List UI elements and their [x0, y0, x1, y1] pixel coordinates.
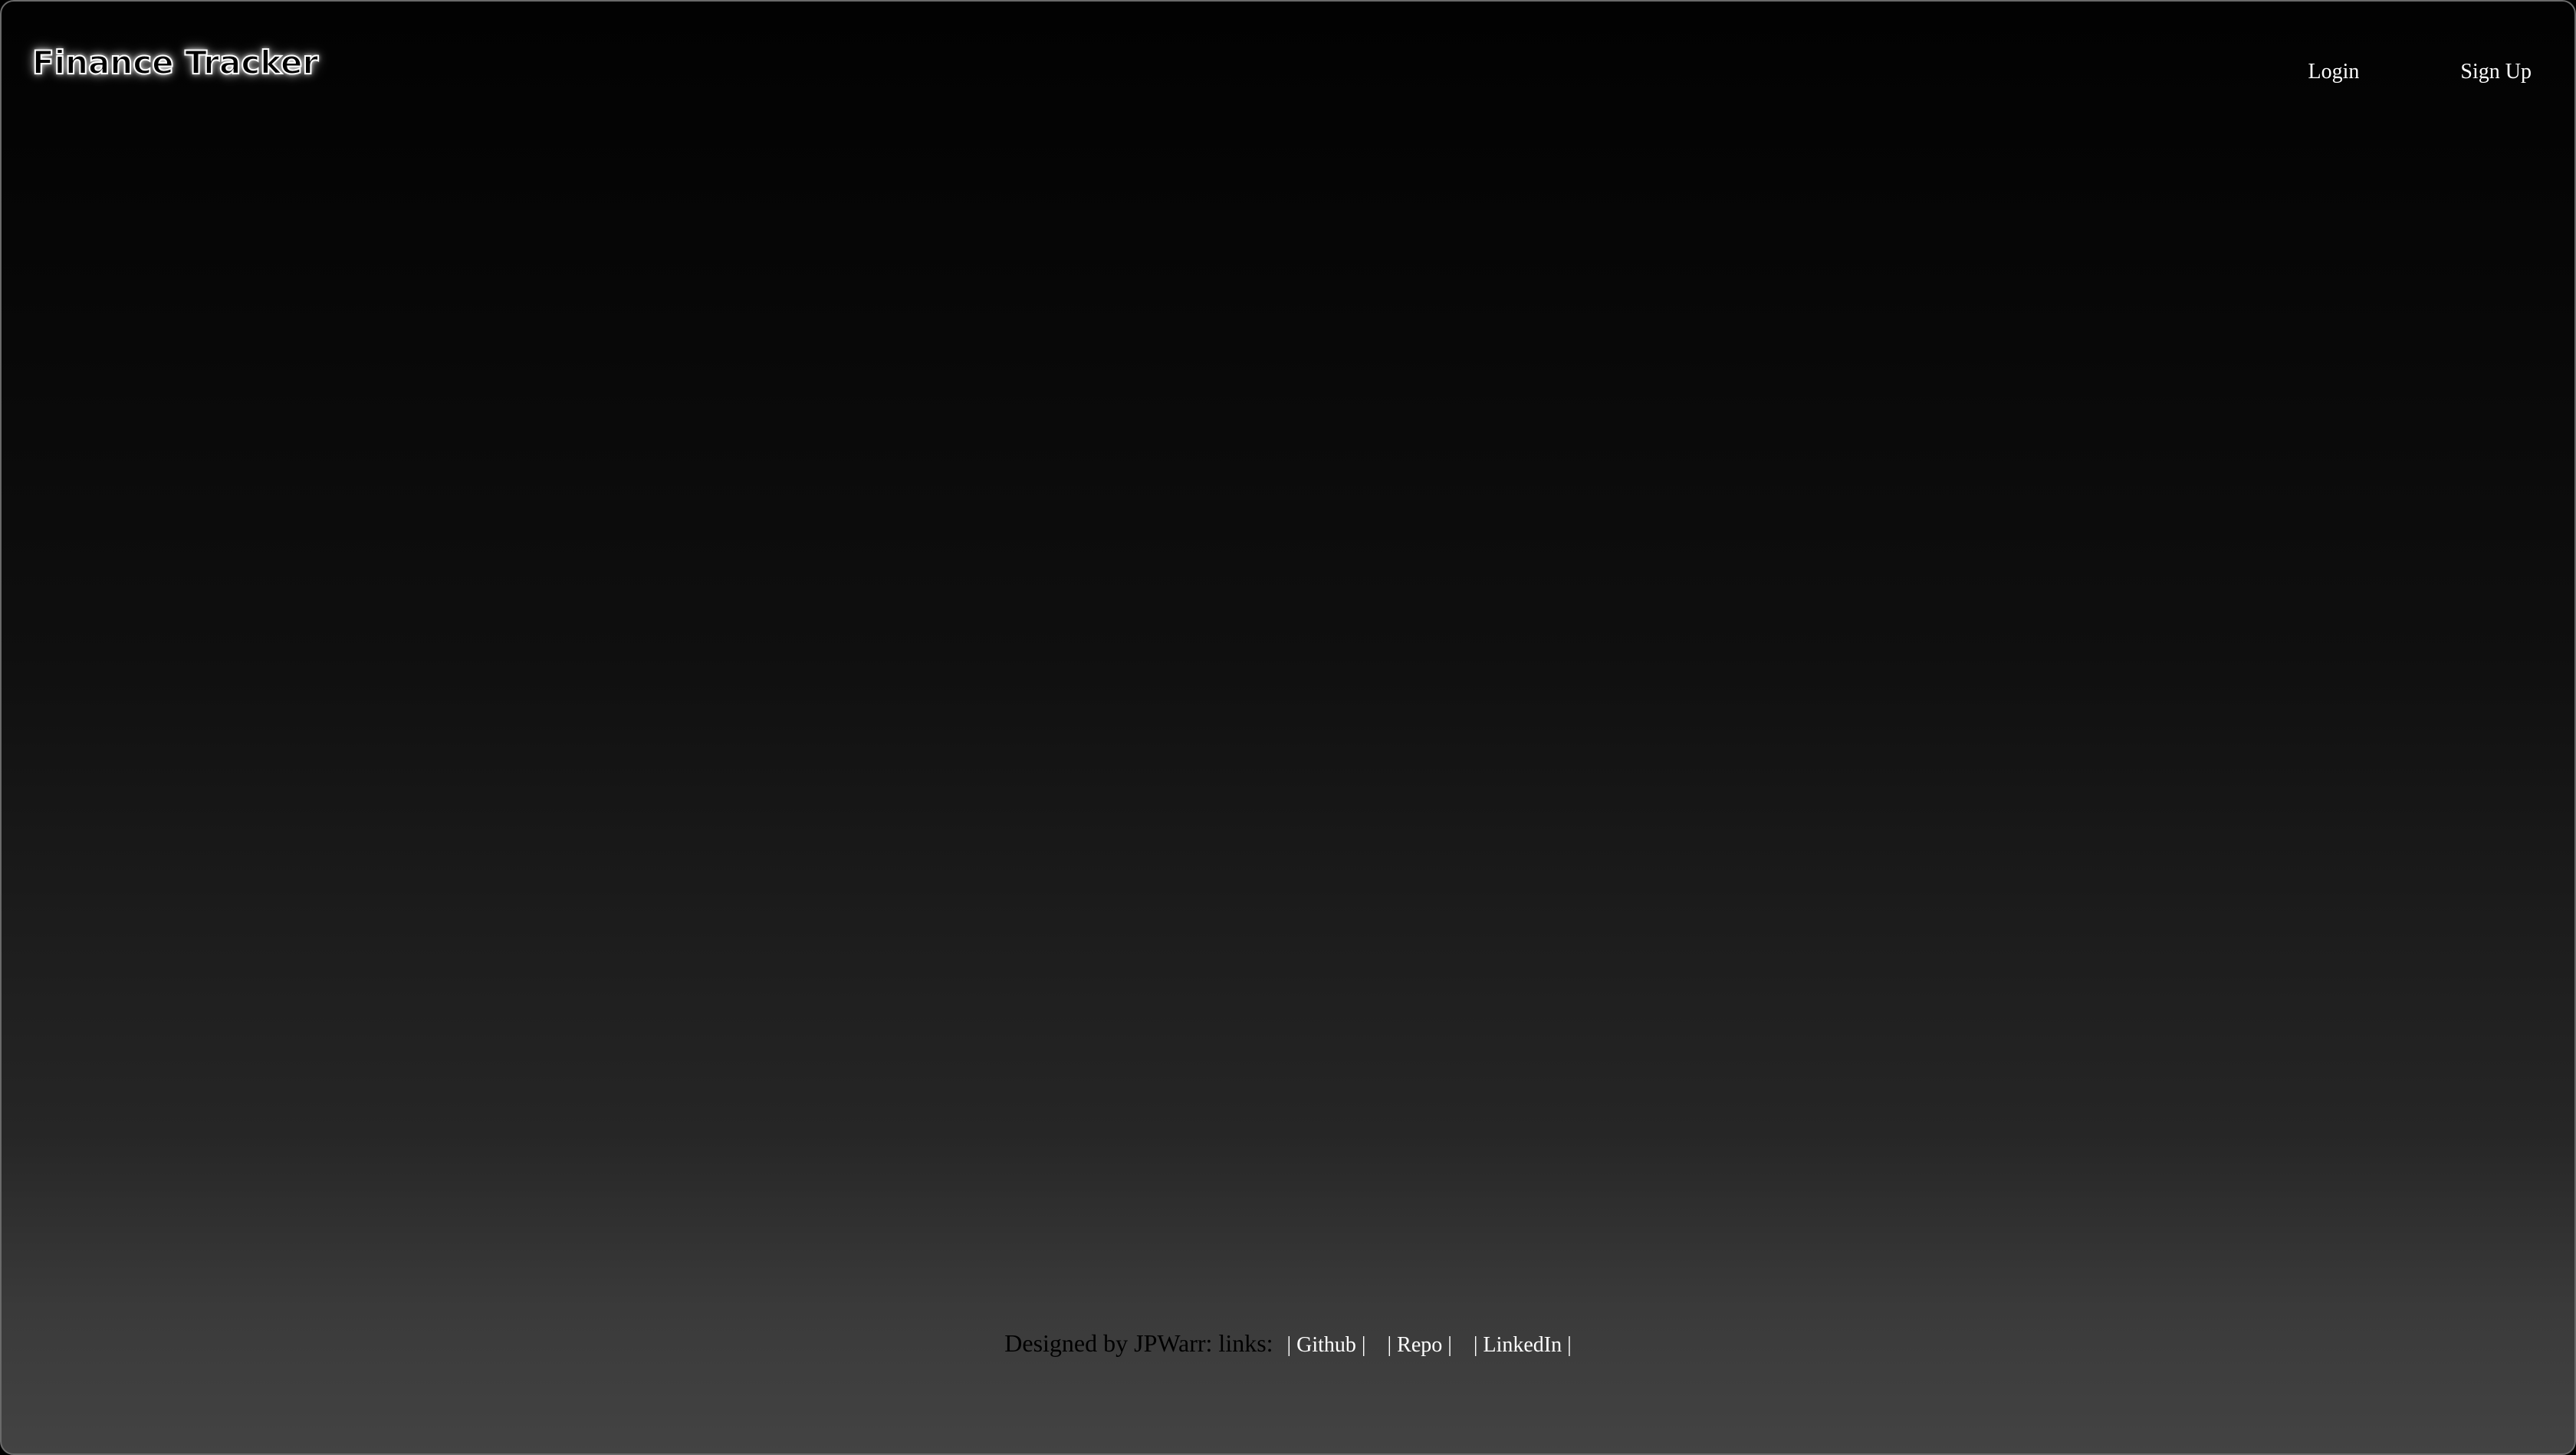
app-frame: Finance Tracker Login Sign Up Designed b… [0, 0, 2576, 1455]
signup-link[interactable]: Sign Up [2460, 57, 2532, 87]
footer-link-repo[interactable]: | Repo | [1388, 1329, 1452, 1362]
footer-credit: Designed by JPWarr: links: [1004, 1329, 1273, 1357]
brand-logo[interactable]: Finance Tracker [31, 44, 319, 82]
footer: Designed by JPWarr: links: | Github | | … [2, 1326, 2574, 1362]
top-nav: Login Sign Up [2308, 57, 2532, 87]
footer-link-linkedin[interactable]: | LinkedIn | [1474, 1329, 1572, 1362]
login-link[interactable]: Login [2308, 57, 2360, 87]
footer-link-github[interactable]: | Github | [1287, 1329, 1366, 1362]
